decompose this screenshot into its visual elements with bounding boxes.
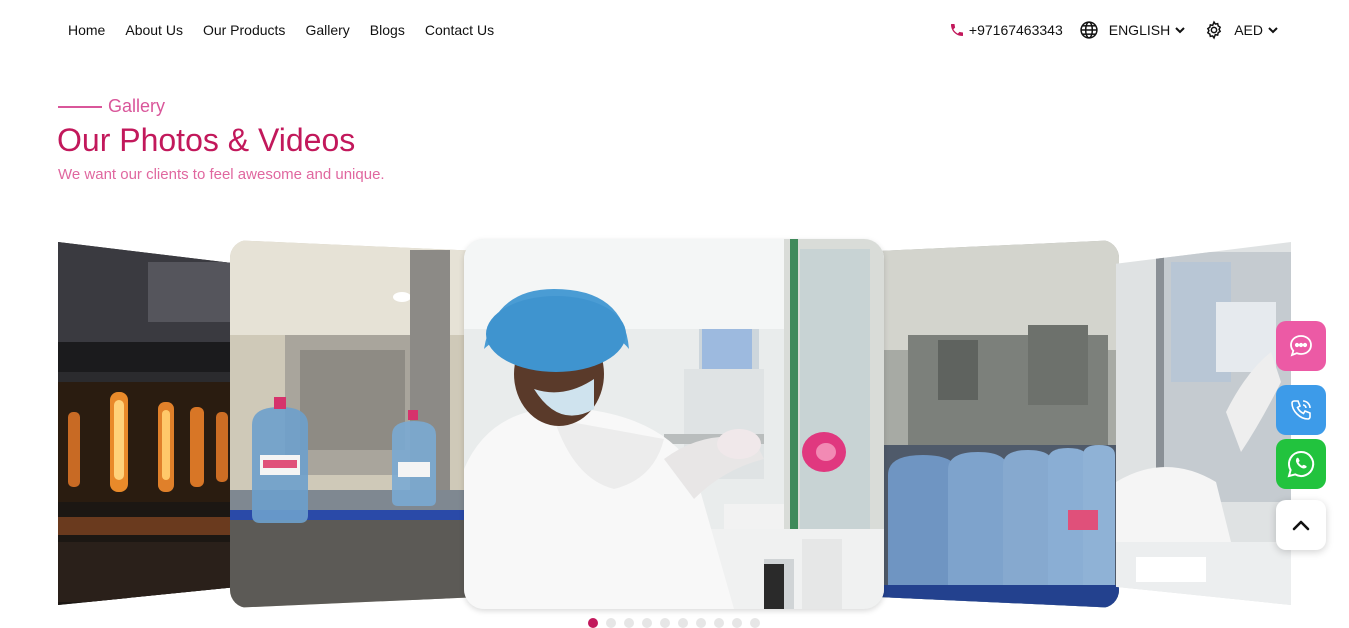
gallery-slide-lab-technician[interactable] bbox=[464, 239, 884, 609]
nav-about-us[interactable]: About Us bbox=[125, 22, 183, 38]
phone-link[interactable]: +97167463343 bbox=[949, 22, 1063, 38]
nav-contact-us[interactable]: Contact Us bbox=[425, 22, 494, 38]
chat-bubble-icon bbox=[1290, 335, 1312, 357]
carousel-dot-7[interactable] bbox=[696, 618, 706, 628]
carousel-dot-5[interactable] bbox=[660, 618, 670, 628]
gallery-slide-bottle-line[interactable] bbox=[878, 240, 1119, 608]
currency-label: AED bbox=[1234, 22, 1263, 38]
section-eyebrow: Gallery bbox=[58, 96, 165, 117]
gear-icon bbox=[1207, 20, 1222, 40]
whatsapp-button[interactable] bbox=[1276, 439, 1326, 489]
carousel-dot-4[interactable] bbox=[642, 618, 652, 628]
carousel-dot-10[interactable] bbox=[750, 618, 760, 628]
eyebrow-label: Gallery bbox=[108, 96, 166, 116]
carousel-dot-2[interactable] bbox=[606, 618, 616, 628]
chevron-up-icon bbox=[1292, 520, 1310, 531]
call-button[interactable] bbox=[1276, 385, 1326, 435]
language-selector[interactable]: ENGLISH bbox=[1079, 20, 1186, 40]
carousel-dot-1[interactable] bbox=[588, 618, 598, 628]
chevron-down-icon bbox=[1175, 27, 1185, 34]
carousel-dot-6[interactable] bbox=[678, 618, 688, 628]
gallery-carousel[interactable] bbox=[58, 238, 1291, 610]
section-title: Our Photos & Videos bbox=[57, 122, 356, 158]
nav-gallery[interactable]: Gallery bbox=[305, 22, 349, 38]
main-menu: Home About Us Our Products Gallery Blogs… bbox=[68, 22, 514, 38]
nav-our-products[interactable]: Our Products bbox=[203, 22, 285, 38]
top-navbar: Home About Us Our Products Gallery Blogs… bbox=[0, 0, 1349, 62]
section-subtitle: We want our clients to feel awesome and … bbox=[58, 166, 385, 183]
nav-blogs[interactable]: Blogs bbox=[370, 22, 405, 38]
chat-button[interactable] bbox=[1276, 321, 1326, 371]
phone-icon bbox=[950, 24, 963, 36]
gallery-slide-machine[interactable] bbox=[58, 242, 238, 605]
phone-number: +97167463343 bbox=[968, 22, 1063, 38]
language-label: ENGLISH bbox=[1108, 22, 1171, 38]
phone-ring-icon bbox=[1291, 400, 1311, 420]
carousel-dot-8[interactable] bbox=[714, 618, 724, 628]
whatsapp-icon bbox=[1287, 450, 1315, 478]
globe-icon bbox=[1080, 21, 1098, 39]
nav-utilities: +97167463343 ENGLISH AED bbox=[949, 18, 1279, 42]
eyebrow-line bbox=[58, 105, 102, 108]
chevron-down-icon bbox=[1268, 27, 1278, 34]
carousel-pagination bbox=[588, 618, 768, 628]
carousel-dot-9[interactable] bbox=[732, 618, 742, 628]
gallery-slide-bottles[interactable] bbox=[230, 240, 480, 608]
currency-selector[interactable]: AED bbox=[1204, 20, 1279, 40]
nav-home[interactable]: Home bbox=[68, 22, 105, 38]
carousel-dot-3[interactable] bbox=[624, 618, 634, 628]
scroll-top-button[interactable] bbox=[1276, 500, 1326, 550]
gallery-slide-inspection[interactable] bbox=[1116, 242, 1291, 605]
